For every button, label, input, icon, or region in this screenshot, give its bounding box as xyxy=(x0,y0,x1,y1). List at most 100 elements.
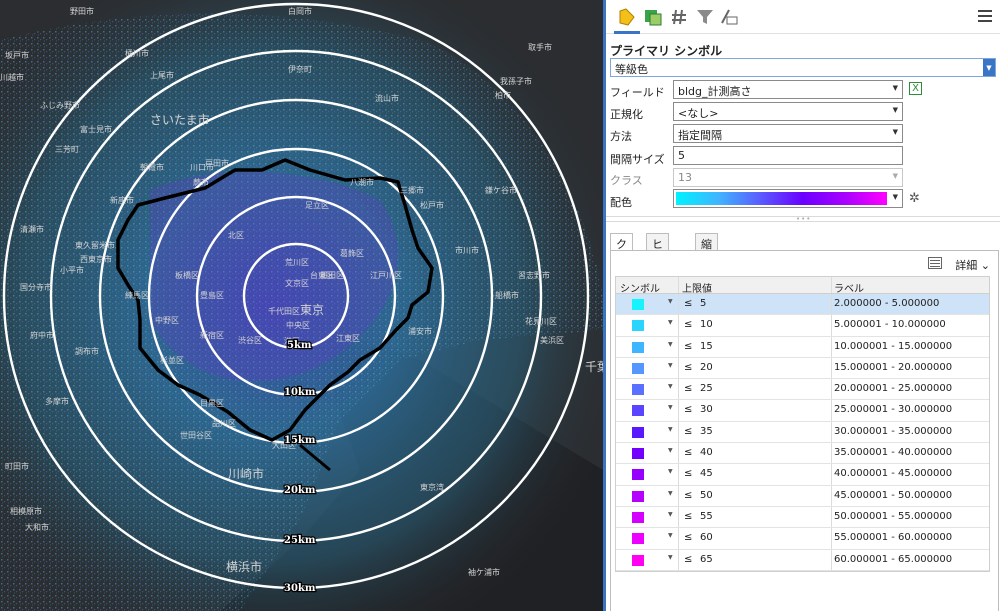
normalize-value: <なし> xyxy=(678,107,719,120)
symbol-swatch[interactable] xyxy=(632,384,644,396)
symbol-swatch[interactable] xyxy=(632,341,644,353)
chevron-down-icon[interactable]: ▼ xyxy=(668,532,673,539)
tab-classes[interactable]: クラス xyxy=(610,233,633,283)
table-row[interactable]: ▼ ≤20 15.000001 - 20.000000 xyxy=(616,357,989,380)
class-label[interactable]: 2.000000 - 5.000000 xyxy=(834,298,939,309)
expression-icon[interactable]: X xyxy=(909,82,922,95)
symbol-swatch[interactable] xyxy=(632,490,644,502)
table-row[interactable]: ▼ ≤15 10.000001 - 15.000000 xyxy=(616,336,989,358)
class-label[interactable]: 25.000001 - 30.000000 xyxy=(834,404,952,415)
symbol-swatch[interactable] xyxy=(632,448,644,460)
field-value: bldg_計測高さ xyxy=(678,85,752,98)
field-select[interactable]: bldg_計測高さ ▼ xyxy=(673,80,903,99)
map-view[interactable]: 野田市 白岡市 坂戸市 桶川市 上尾市 伊奈町 川越市 ふじみ野市 さいたま市 流山市 柏市 我孫子市… xyxy=(0,0,603,611)
symbol-layers-icon[interactable] xyxy=(668,6,690,28)
map-canvas[interactable]: 野田市 白岡市坂戸市 桶川市上尾市 伊奈町川越市ふじみ野市さいたま市 流山市 柏市 我孫子市… xyxy=(0,0,603,611)
detail-menu[interactable]: 詳細 ⌄ xyxy=(955,257,990,273)
ring-distance-label: 30km xyxy=(284,583,316,594)
symbol-swatch[interactable] xyxy=(632,320,644,332)
map-place-label: 江東区 xyxy=(336,333,360,343)
class-label[interactable]: 5.000001 - 10.000000 xyxy=(834,319,946,330)
symbol-swatch[interactable] xyxy=(632,554,644,566)
interval-input[interactable]: 5 xyxy=(673,146,903,165)
table-row[interactable]: ▼ ≤60 55.000001 - 60.000000 xyxy=(616,528,989,550)
class-label[interactable]: 40.000001 - 45.000000 xyxy=(834,468,952,479)
table-view-icon[interactable] xyxy=(928,257,942,269)
class-label[interactable]: 20.000001 - 25.000000 xyxy=(834,383,952,394)
color-ramp-select[interactable]: ▼ xyxy=(673,189,903,208)
vary-symbology-icon[interactable] xyxy=(642,6,664,28)
chevron-down-icon[interactable]: ▼ xyxy=(668,447,673,454)
map-place-label: 東久留米市 xyxy=(75,240,115,250)
class-label[interactable]: 55.000001 - 60.000000 xyxy=(834,532,952,543)
tab-histogram[interactable]: ヒストグラム xyxy=(646,233,669,331)
chevron-down-icon[interactable]: ▼ xyxy=(668,468,673,475)
symbol-swatch[interactable] xyxy=(632,426,644,438)
class-label[interactable]: 30.000001 - 35.000000 xyxy=(834,426,952,437)
symbol-swatch[interactable] xyxy=(632,469,644,481)
upper-value[interactable]: 55 xyxy=(700,511,713,522)
table-row[interactable]: ▼ ≤40 35.000001 - 40.000000 xyxy=(616,443,989,465)
upper-value[interactable]: 15 xyxy=(700,341,713,352)
advanced-symbology-icon[interactable] xyxy=(718,6,740,28)
chevron-down-icon[interactable]: ▼ xyxy=(668,490,673,497)
primary-symbology-icon[interactable] xyxy=(614,6,640,34)
symbol-swatch[interactable] xyxy=(632,299,644,310)
table-row[interactable]: ▼ ≤5 2.000000 - 5.000000 xyxy=(616,294,989,316)
chevron-down-icon[interactable]: ▼ xyxy=(668,426,673,433)
table-row[interactable]: ▼ ≤30 25.000001 - 30.000000 xyxy=(616,400,989,422)
operator: ≤ xyxy=(684,553,693,565)
tab-scale[interactable]: 縮尺 xyxy=(695,233,718,267)
upper-value[interactable]: 65 xyxy=(700,554,713,565)
upper-value[interactable]: 20 xyxy=(700,362,713,373)
chevron-down-icon[interactable]: ▼ xyxy=(893,84,898,92)
table-row[interactable]: ▼ ≤25 20.000001 - 25.000000 xyxy=(616,379,989,401)
upper-value[interactable]: 10 xyxy=(700,319,713,330)
class-label[interactable]: 15.000001 - 20.000000 xyxy=(834,362,952,373)
hamburger-menu-icon[interactable] xyxy=(978,10,992,22)
upper-value[interactable]: 30 xyxy=(700,404,713,415)
symbology-type-select[interactable]: 等級色 ▼ xyxy=(610,58,996,77)
table-row[interactable]: ▼ ≤45 40.000001 - 45.000000 xyxy=(616,464,989,486)
class-label[interactable]: 35.000001 - 40.000000 xyxy=(834,447,952,458)
chevron-down-icon[interactable]: ▼ xyxy=(893,193,898,201)
chevron-down-icon[interactable]: ▼ xyxy=(893,128,898,136)
upper-value[interactable]: 60 xyxy=(700,532,713,543)
filter-icon[interactable] xyxy=(694,6,716,28)
symbol-swatch[interactable] xyxy=(632,533,644,545)
class-label[interactable]: 60.000001 - 65.000000 xyxy=(834,554,952,565)
chevron-down-icon[interactable]: ▼ xyxy=(983,59,995,76)
classes-select: 13 ▼ xyxy=(673,168,903,187)
upper-value[interactable]: 50 xyxy=(700,490,713,501)
map-place-label: 文京区 xyxy=(285,278,309,288)
table-row[interactable]: ▼ ≤50 45.000001 - 50.000000 xyxy=(616,485,989,507)
chevron-down-icon[interactable]: ▼ xyxy=(668,511,673,518)
symbol-swatch[interactable] xyxy=(632,362,644,374)
upper-value[interactable]: 25 xyxy=(700,383,713,394)
upper-value[interactable]: 45 xyxy=(700,468,713,479)
class-label[interactable]: 10.000001 - 15.000000 xyxy=(834,341,952,352)
chevron-down-icon[interactable]: ▼ xyxy=(893,106,898,114)
chevron-down-icon[interactable]: ▼ xyxy=(668,298,673,305)
method-select[interactable]: 指定間隔 ▼ xyxy=(673,124,903,143)
chevron-down-icon[interactable]: ▼ xyxy=(668,362,673,369)
upper-value[interactable]: 40 xyxy=(700,447,713,458)
chevron-down-icon[interactable]: ▼ xyxy=(668,341,673,348)
class-label[interactable]: 45.000001 - 50.000000 xyxy=(834,490,952,501)
table-row[interactable]: ▼ ≤55 50.000001 - 55.000000 xyxy=(616,506,989,529)
gear-icon[interactable]: ✲ xyxy=(909,191,920,206)
chevron-down-icon[interactable]: ▼ xyxy=(668,383,673,390)
table-row[interactable]: ▼ ≤65 60.000001 - 65.000000 xyxy=(616,549,989,571)
symbol-swatch[interactable] xyxy=(632,511,644,523)
table-row[interactable]: ▼ ≤35 30.000001 - 35.000000 xyxy=(616,421,989,444)
normalize-select[interactable]: <なし> ▼ xyxy=(673,102,903,121)
chevron-down-icon[interactable]: ▼ xyxy=(668,404,673,411)
chevron-down-icon[interactable]: ▼ xyxy=(668,554,673,561)
map-place-label: 足立区 xyxy=(305,200,329,210)
upper-value[interactable]: 5 xyxy=(700,298,706,309)
symbol-swatch[interactable] xyxy=(632,405,644,417)
chevron-down-icon[interactable]: ▼ xyxy=(668,319,673,326)
upper-value[interactable]: 35 xyxy=(700,426,713,437)
table-row[interactable]: ▼ ≤10 5.000001 - 10.000000 xyxy=(616,315,989,337)
class-label[interactable]: 50.000001 - 55.000000 xyxy=(834,511,952,522)
